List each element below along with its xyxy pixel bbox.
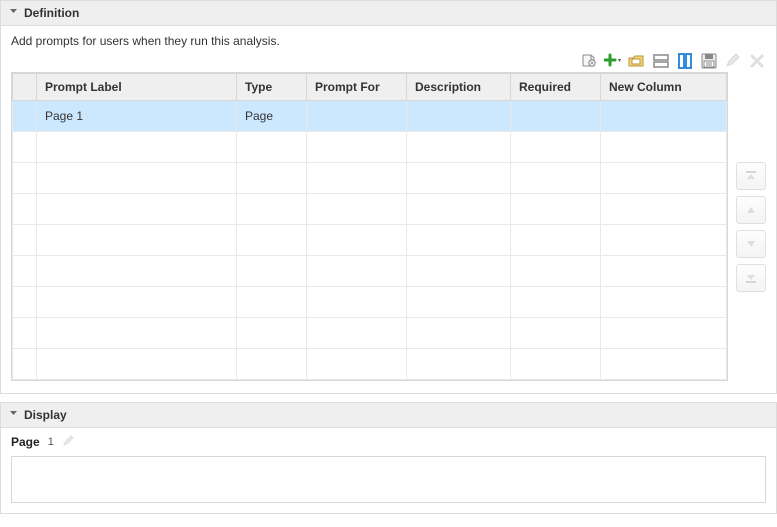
helper-text: Add prompts for users when they run this…: [11, 34, 766, 48]
table-row[interactable]: [13, 225, 727, 256]
cell-prompt-for[interactable]: [307, 101, 407, 132]
row-layout-icon[interactable]: [652, 52, 670, 70]
row-handle[interactable]: [13, 318, 37, 349]
move-down-button[interactable]: [736, 230, 766, 258]
column-layout-icon[interactable]: [676, 52, 694, 70]
table-row[interactable]: [13, 287, 727, 318]
prompts-table[interactable]: Prompt Label Type Prompt For Description…: [11, 72, 728, 381]
table-row[interactable]: [13, 194, 727, 225]
save-icon[interactable]: [700, 52, 718, 70]
collapse-icon: [9, 409, 18, 421]
table-row[interactable]: [13, 163, 727, 194]
row-handle[interactable]: [13, 287, 37, 318]
move-top-button[interactable]: [736, 162, 766, 190]
row-handle[interactable]: [13, 101, 37, 132]
display-canvas[interactable]: [11, 456, 766, 503]
row-handle[interactable]: [13, 225, 37, 256]
cell-required[interactable]: [511, 101, 601, 132]
edit-icon: [724, 52, 742, 70]
row-handle[interactable]: [13, 256, 37, 287]
add-icon[interactable]: [604, 52, 622, 70]
table-row[interactable]: [13, 318, 727, 349]
col-required[interactable]: Required: [511, 74, 601, 101]
cell-type[interactable]: Page: [237, 101, 307, 132]
display-panel: Display Page 1: [0, 402, 777, 514]
move-bottom-button[interactable]: [736, 264, 766, 292]
col-prompt-label[interactable]: Prompt Label: [37, 74, 237, 101]
move-up-button[interactable]: [736, 196, 766, 224]
col-description[interactable]: Description: [407, 74, 511, 101]
page-indicator: Page 1: [11, 434, 766, 450]
definition-title: Definition: [24, 6, 79, 20]
page-number: 1: [48, 436, 54, 448]
table-row[interactable]: Page 1Page: [13, 101, 727, 132]
col-type[interactable]: Type: [237, 74, 307, 101]
definition-toolbar: [11, 52, 766, 70]
cell-new-column[interactable]: [601, 101, 727, 132]
col-prompt-for[interactable]: Prompt For: [307, 74, 407, 101]
collapse-icon: [9, 7, 18, 19]
row-handle[interactable]: [13, 194, 37, 225]
browse-icon[interactable]: [628, 52, 646, 70]
row-handle-header: [13, 74, 37, 101]
reorder-controls: [736, 162, 766, 292]
table-row[interactable]: [13, 256, 727, 287]
page-label: Page: [11, 435, 40, 449]
definition-body: Add prompts for users when they run this…: [1, 26, 776, 393]
delete-icon: [748, 52, 766, 70]
col-new-column[interactable]: New Column: [601, 74, 727, 101]
display-header[interactable]: Display: [1, 403, 776, 428]
table-row[interactable]: [13, 349, 727, 380]
cell-description[interactable]: [407, 101, 511, 132]
cell-prompt-label[interactable]: Page 1: [37, 101, 237, 132]
row-handle[interactable]: [13, 132, 37, 163]
row-handle[interactable]: [13, 163, 37, 194]
definition-panel: Definition Add prompts for users when th…: [0, 0, 777, 394]
table-header-row: Prompt Label Type Prompt For Description…: [13, 74, 727, 101]
page-settings-icon[interactable]: [580, 52, 598, 70]
display-title: Display: [24, 408, 67, 422]
display-body: Page 1: [1, 428, 776, 513]
definition-header[interactable]: Definition: [1, 1, 776, 26]
pencil-icon[interactable]: [62, 434, 75, 450]
row-handle[interactable]: [13, 349, 37, 380]
table-row[interactable]: [13, 132, 727, 163]
